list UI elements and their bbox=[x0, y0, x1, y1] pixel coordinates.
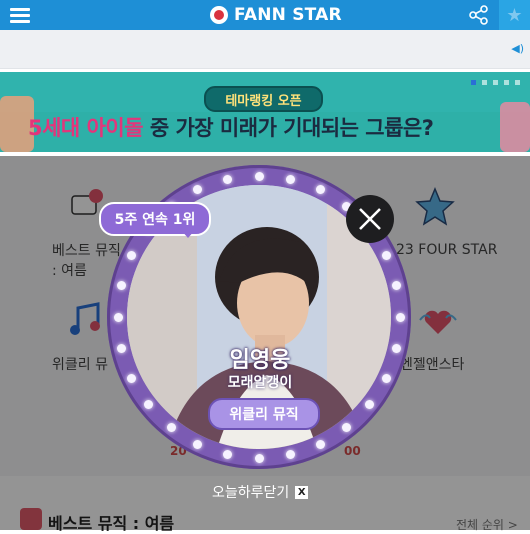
dismiss-today-button[interactable]: 오늘하루닫기 X bbox=[212, 482, 309, 502]
ring-light-dot bbox=[193, 439, 203, 449]
banner-title: 5세대 아이돌 중 가장 미래가 기대되는 그룹은? bbox=[28, 112, 434, 142]
logo-mark-icon bbox=[210, 6, 228, 24]
speaker-icon[interactable]: ◀) bbox=[511, 42, 524, 55]
banner-hand-illustration-right bbox=[500, 102, 530, 152]
ring-light-dot bbox=[254, 453, 264, 463]
banner-dot[interactable] bbox=[482, 80, 487, 85]
ring-light-dot bbox=[166, 422, 176, 432]
ring-light-dot bbox=[254, 171, 264, 181]
banner-dot[interactable] bbox=[504, 80, 509, 85]
ring-light-dot bbox=[117, 343, 127, 353]
banner-dot[interactable] bbox=[493, 80, 498, 85]
ring-light-dot bbox=[285, 449, 295, 459]
ring-light-dot bbox=[315, 439, 325, 449]
ring-light-dot bbox=[223, 449, 233, 459]
app-logo[interactable]: FANN STAR bbox=[210, 4, 342, 26]
ring-light-dot bbox=[285, 175, 295, 185]
dismiss-today-label: 오늘하루닫기 bbox=[212, 485, 290, 501]
ring-light-dot bbox=[391, 281, 401, 291]
close-popup-button[interactable] bbox=[346, 195, 394, 243]
banner-dot[interactable] bbox=[515, 80, 520, 85]
hamburger-icon[interactable] bbox=[10, 5, 30, 25]
star-icon: ★ bbox=[506, 4, 523, 26]
ring-light-dot bbox=[381, 373, 391, 383]
banner-title-highlight: 5세대 아이돌 bbox=[28, 116, 144, 140]
banner-pill: 테마랭킹 오픈 bbox=[204, 86, 323, 112]
banner-dot[interactable] bbox=[471, 80, 476, 85]
notice-bar: ◀) bbox=[0, 30, 530, 69]
rank-badge: 5주 연속 1위 bbox=[99, 202, 211, 238]
song-title: 모래알갱이 bbox=[227, 375, 293, 391]
artist-name: 임영웅 bbox=[229, 348, 291, 373]
dismiss-x-icon: X bbox=[295, 485, 309, 499]
top-app-bar: FANN STAR ★ bbox=[0, 0, 530, 30]
promo-banner[interactable]: 테마랭킹 오픈 5세대 아이돌 중 가장 미래가 기대되는 그룹은? bbox=[0, 72, 530, 152]
share-icon[interactable] bbox=[468, 4, 490, 26]
logo-text: FANN STAR bbox=[234, 5, 342, 25]
close-icon bbox=[359, 208, 381, 230]
ring-light-dot bbox=[381, 251, 391, 261]
banner-title-rest: 중 가장 미래가 기대되는 그룹은? bbox=[143, 116, 434, 140]
ring-light-dot bbox=[395, 312, 405, 322]
ring-light-dot bbox=[113, 312, 123, 322]
weekly-music-button[interactable]: 위클리 뮤직 bbox=[208, 398, 320, 430]
favorite-star-button[interactable]: ★ bbox=[499, 0, 530, 30]
banner-pagination bbox=[471, 80, 520, 85]
ring-light-dot bbox=[391, 343, 401, 353]
